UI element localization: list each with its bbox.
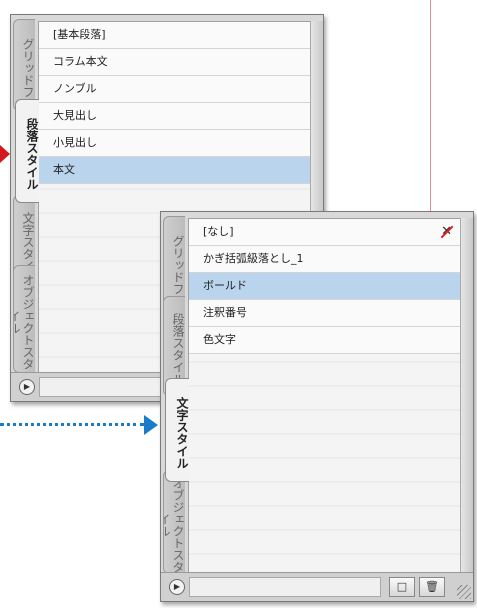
tab-object-styles[interactable]: オブジェクトスタイル <box>13 265 35 373</box>
none-style-icon: ✕ <box>441 219 452 245</box>
style-row[interactable]: 大見出し <box>39 103 310 130</box>
style-row[interactable]: コラム本文 <box>39 49 310 76</box>
panel-footer: ▶ □ 🗑 <box>161 572 473 601</box>
style-row-label: [なし] <box>203 225 234 238</box>
style-row[interactable]: ノンブル <box>39 76 310 103</box>
panel-menu-icon[interactable]: ▶ <box>169 579 185 595</box>
tab-grid-format[interactable]: グリッドフ <box>13 19 35 111</box>
trash-icon[interactable]: 🗑 <box>419 577 445 597</box>
new-style-icon[interactable]: □ <box>389 577 415 597</box>
tab-grid-format[interactable]: グリッドフ <box>163 216 185 308</box>
dotted-connector <box>0 423 144 426</box>
style-row[interactable]: かぎ括弧級落とし_1 <box>189 246 460 273</box>
scrollbar[interactable] <box>460 218 473 573</box>
character-styles-panel: グリッドフ 段落スタイル 文字スタイル オブジェクトスタイル [なし] ✕ かぎ… <box>160 211 474 602</box>
panel-tabs: グリッドフ 段落スタイル 文字スタイル オブジェクトスタイル <box>161 212 189 574</box>
red-arrow-icon <box>0 145 10 163</box>
tab-object-styles[interactable]: オブジェクトスタイル <box>163 470 185 574</box>
character-style-list: [なし] ✕ かぎ括弧級落とし_1 ボールド 注釈番号 色文字 <box>188 218 461 573</box>
tab-character-styles[interactable]: 文字スタイル <box>165 378 189 482</box>
panel-tabs: グリッドフ 段落スタイル 文字スタイル オブジェクトスタイル <box>11 15 39 373</box>
style-row[interactable]: 色文字 <box>189 327 460 354</box>
blue-arrow-icon <box>144 415 158 435</box>
footer-field <box>189 577 381 597</box>
tab-paragraph-styles[interactable]: 段落スタイル <box>15 99 39 203</box>
style-row[interactable]: [基本段落] <box>39 22 310 49</box>
style-row[interactable]: 注釈番号 <box>189 300 460 327</box>
style-row-selected[interactable]: 本文 <box>39 157 310 184</box>
resize-grip-icon[interactable] <box>457 585 471 599</box>
panel-menu-icon[interactable]: ▶ <box>19 379 35 395</box>
style-row-selected[interactable]: ボールド <box>189 273 460 300</box>
style-row[interactable]: 小見出し <box>39 130 310 157</box>
style-row[interactable]: [なし] ✕ <box>189 219 460 246</box>
